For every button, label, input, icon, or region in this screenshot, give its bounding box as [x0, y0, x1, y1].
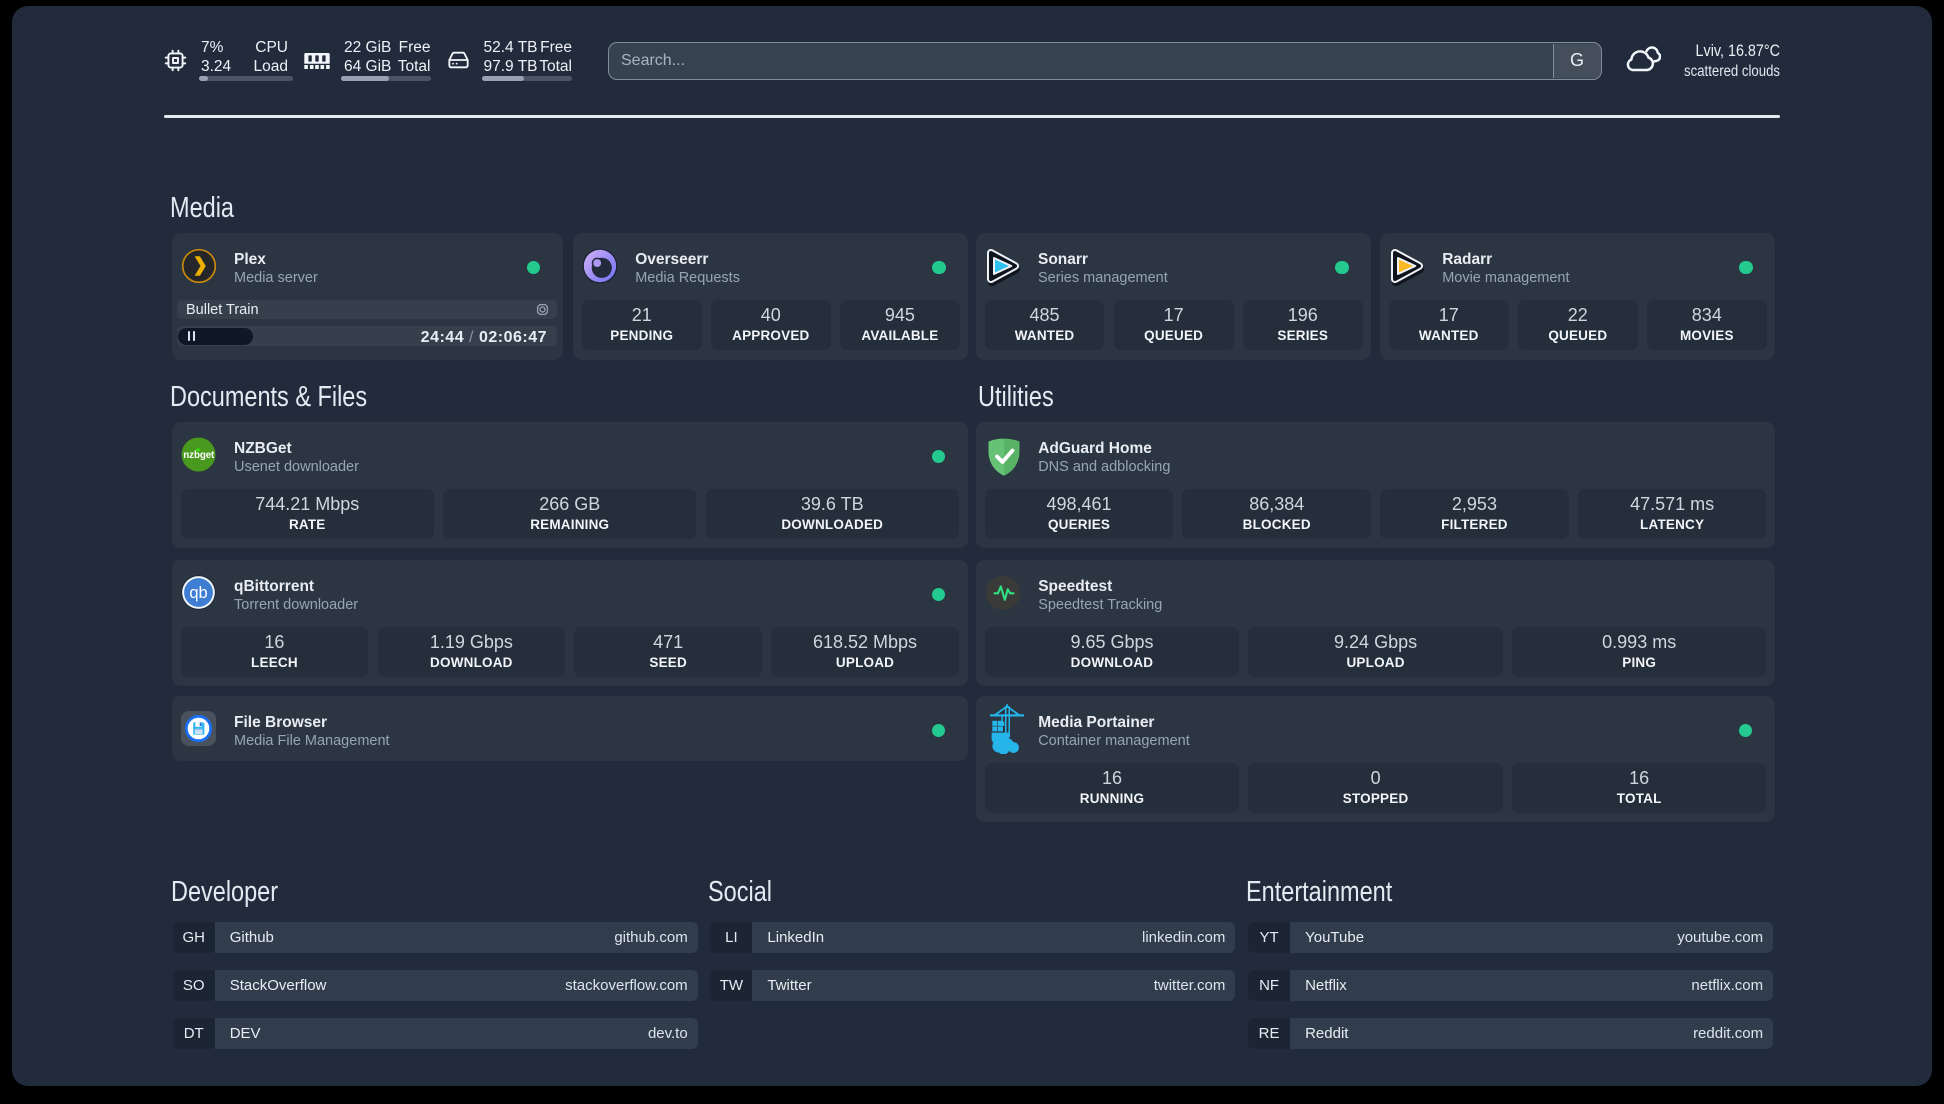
svg-text:qb: qb	[189, 584, 207, 602]
svg-text:nzbget: nzbget	[183, 450, 215, 461]
